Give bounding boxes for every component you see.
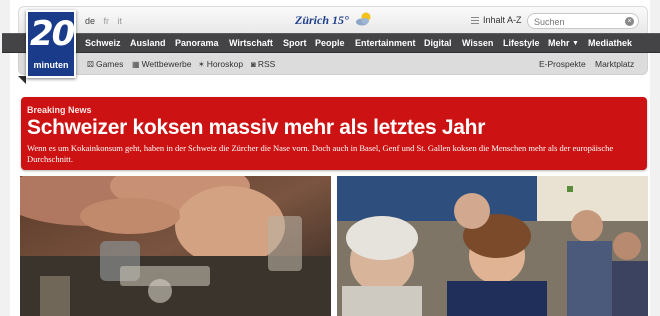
subnav-label: Wettbewerbe xyxy=(141,59,192,69)
subnav-marktplatz[interactable]: Marktplatz xyxy=(595,59,634,69)
lang-de[interactable]: de xyxy=(85,16,95,26)
subnav-label: RSS xyxy=(257,59,276,69)
sun-cloud-icon[interactable] xyxy=(355,11,373,27)
logo-text: minuten xyxy=(33,60,69,70)
nav-item-lifestyle[interactable]: Lifestyle xyxy=(503,38,540,48)
language-switcher: de fr it xyxy=(85,16,128,26)
dice-icon: ⚄ xyxy=(87,60,94,69)
nav-item-digital[interactable]: Digital xyxy=(424,38,452,48)
grid-icon: ▦ xyxy=(132,60,140,69)
nav-item-sport[interactable]: Sport xyxy=(283,38,307,48)
subnav-wettbewerbe[interactable]: ▦ Wettbewerbe xyxy=(132,59,192,69)
clear-icon[interactable]: × xyxy=(625,17,634,26)
main-navigation: Schweiz Ausland Panorama Wirtschaft Spor… xyxy=(2,33,660,53)
subnav-label: Games xyxy=(95,59,124,69)
weather-link[interactable]: Zürich 15° xyxy=(295,13,349,28)
lang-it[interactable]: it xyxy=(118,16,123,26)
nav-item-wissen[interactable]: Wissen xyxy=(462,38,493,48)
nav-item-mehr[interactable]: Mehr xyxy=(548,38,570,48)
nav-item-ausland[interactable]: Ausland xyxy=(130,38,166,48)
breaking-lead: Wenn es um Kokainkonsum geht, haben in d… xyxy=(27,143,614,164)
site-logo[interactable]: 20 minuten xyxy=(26,10,76,78)
sub-navigation: ⚄ Games ▦ Wettbewerbe ✶ Horoskop ◙ RSS E-Pro… xyxy=(18,53,648,75)
article-image-cocaine[interactable] xyxy=(20,176,331,316)
search-input[interactable] xyxy=(534,16,624,27)
rss-icon: ◙ xyxy=(251,60,256,69)
logo-number: 20 xyxy=(30,14,75,54)
nav-item-people[interactable]: People xyxy=(315,38,345,48)
site-header: de fr it Zürich 15° Inhalt A-Z × Schweiz… xyxy=(2,6,660,84)
subnav-horoskop[interactable]: ✶ Horoskop xyxy=(198,59,243,69)
nav-item-schweiz[interactable]: Schweiz xyxy=(85,38,121,48)
crowd-photo xyxy=(337,176,648,316)
subnav-rss[interactable]: ◙ RSS xyxy=(251,59,275,69)
search-box: × xyxy=(527,13,639,29)
nav-item-entertainment[interactable]: Entertainment xyxy=(355,38,416,48)
logo-fold xyxy=(18,76,26,84)
subnav-e-prospekte[interactable]: E-Prospekte xyxy=(539,59,586,69)
nav-item-wirtschaft[interactable]: Wirtschaft xyxy=(229,38,273,48)
inhalt-az-link[interactable]: Inhalt A-Z xyxy=(483,15,522,25)
nav-item-panorama[interactable]: Panorama xyxy=(175,38,219,48)
breaking-label: Breaking News xyxy=(27,105,92,115)
chevron-down-icon[interactable]: ▼ xyxy=(572,40,579,47)
subnav-label: Horoskop xyxy=(206,59,244,69)
subnav-games[interactable]: ⚄ Games xyxy=(87,59,123,69)
breaking-news-banner[interactable]: Breaking News Schweizer koksen massiv me… xyxy=(21,97,647,170)
cocaine-photo xyxy=(20,176,331,316)
star-icon: ✶ xyxy=(198,60,205,69)
header-top-bar: de fr it Zürich 15° Inhalt A-Z × xyxy=(18,6,648,34)
lang-fr[interactable]: fr xyxy=(104,16,110,26)
menu-icon[interactable] xyxy=(471,17,479,24)
article-image-crowd[interactable] xyxy=(337,176,648,316)
nav-item-mediathek[interactable]: Mediathek xyxy=(588,38,632,48)
breaking-headline[interactable]: Schweizer koksen massiv mehr als letztes… xyxy=(27,116,485,140)
